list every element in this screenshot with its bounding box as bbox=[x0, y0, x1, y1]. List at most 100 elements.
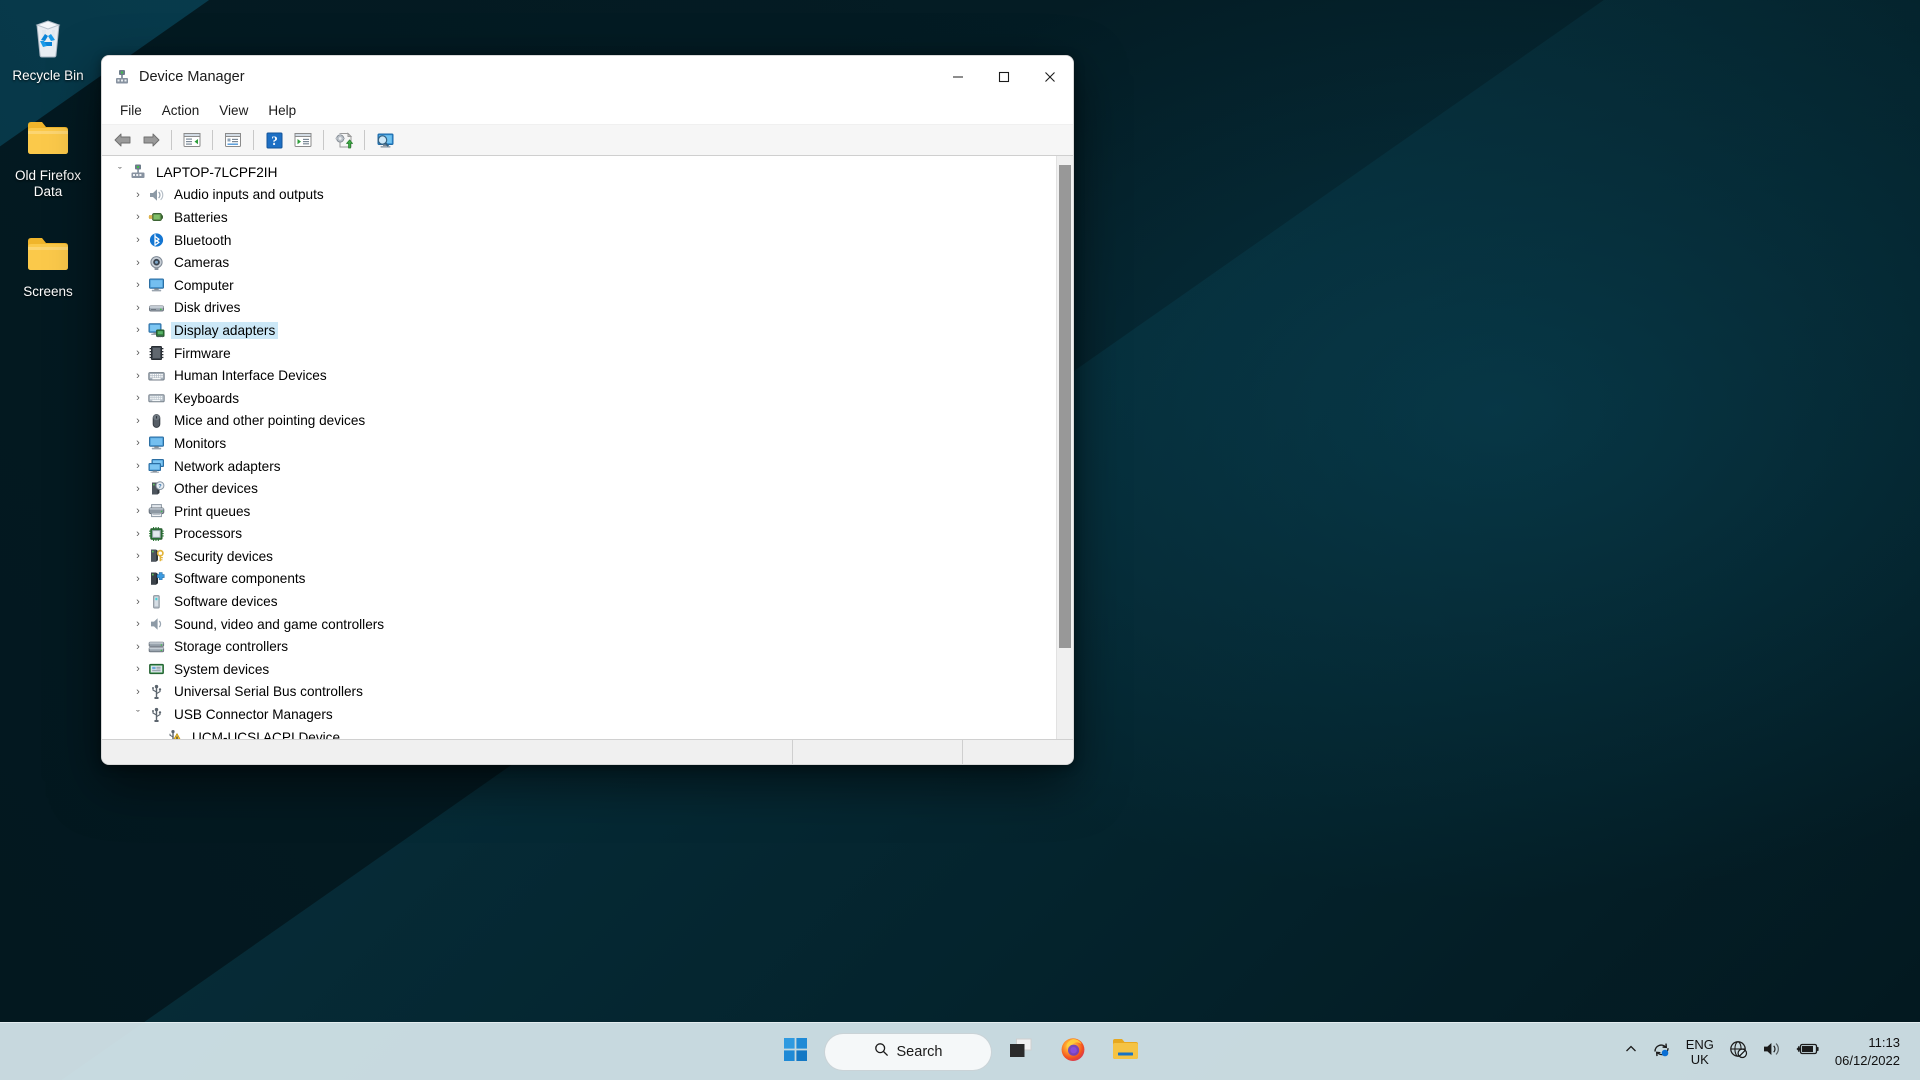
statusbar-message bbox=[102, 740, 793, 764]
menu-action[interactable]: Action bbox=[152, 99, 210, 122]
chevron-right-icon[interactable]: › bbox=[129, 483, 147, 495]
tree-item[interactable]: UCM-UCSI ACPI Device bbox=[102, 726, 1056, 739]
tree-item[interactable]: › Monitors bbox=[102, 432, 1056, 455]
chevron-right-icon[interactable]: › bbox=[129, 370, 147, 382]
network-disconnected-icon bbox=[1729, 1040, 1748, 1064]
taskbar-search-box[interactable]: Search bbox=[824, 1032, 992, 1071]
tree-item[interactable]: › Mice and other pointing devices bbox=[102, 410, 1056, 433]
desktop-icon-old-firefox-data[interactable]: Old Firefox Data bbox=[2, 108, 94, 208]
tree-item[interactable]: › Bluetooth bbox=[102, 229, 1056, 252]
chevron-right-icon[interactable]: › bbox=[129, 392, 147, 404]
show-hidden-devices-button[interactable] bbox=[178, 127, 206, 153]
tree-item[interactable]: › Security devices bbox=[102, 545, 1056, 568]
file-explorer-button[interactable] bbox=[1102, 1030, 1148, 1074]
chevron-right-icon[interactable]: › bbox=[129, 189, 147, 201]
chevron-right-icon[interactable]: › bbox=[129, 573, 147, 585]
menu-view[interactable]: View bbox=[209, 99, 258, 122]
chevron-right-icon[interactable]: › bbox=[129, 505, 147, 517]
unknown-device-icon: ? bbox=[147, 480, 165, 497]
close-button[interactable] bbox=[1027, 56, 1073, 97]
firefox-button[interactable] bbox=[1050, 1030, 1096, 1074]
tree-item[interactable]: ˇ LAPTOP-7LCPF2IH bbox=[102, 161, 1056, 184]
device-tree[interactable]: ˇ LAPTOP-7LCPF2IH › Audio inputs and output… bbox=[102, 156, 1056, 739]
processor-icon bbox=[147, 525, 165, 542]
tree-item[interactable]: › Firmware bbox=[102, 342, 1056, 365]
chevron-right-icon[interactable]: › bbox=[129, 686, 147, 698]
battery-button[interactable] bbox=[1789, 1031, 1827, 1073]
chevron-right-icon[interactable]: › bbox=[129, 618, 147, 630]
volume-button[interactable] bbox=[1755, 1031, 1789, 1073]
network-button[interactable] bbox=[1722, 1031, 1755, 1073]
tree-item[interactable]: › Human Interface Devices bbox=[102, 364, 1056, 387]
menubar: File Action View Help bbox=[102, 97, 1073, 125]
tree-item[interactable]: › Sound, video and game controllers bbox=[102, 613, 1056, 636]
tree-item[interactable]: › Batteries bbox=[102, 206, 1056, 229]
toolbar: ? bbox=[102, 125, 1073, 156]
tree-item[interactable]: › Network adapters bbox=[102, 455, 1056, 478]
tree-item[interactable]: › Universal Serial Bus controllers bbox=[102, 681, 1056, 704]
tree-item[interactable]: › Keyboards bbox=[102, 387, 1056, 410]
chevron-right-icon[interactable]: › bbox=[129, 528, 147, 540]
tree-item[interactable]: › Display adapters bbox=[102, 319, 1056, 342]
chevron-right-icon[interactable]: › bbox=[129, 302, 147, 314]
start-button[interactable] bbox=[772, 1030, 818, 1074]
camera-icon bbox=[147, 254, 165, 271]
tree-item[interactable]: ›? Other devices bbox=[102, 477, 1056, 500]
tree-item[interactable]: › Software components bbox=[102, 568, 1056, 591]
task-view-button[interactable] bbox=[998, 1030, 1044, 1074]
software-component-icon bbox=[147, 570, 165, 587]
sound-icon bbox=[147, 616, 165, 633]
chevron-right-icon[interactable]: › bbox=[129, 415, 147, 427]
chevron-right-icon[interactable]: › bbox=[129, 324, 147, 336]
chevron-down-icon[interactable]: ˇ bbox=[129, 709, 147, 721]
connect-to-remote-computer-button[interactable] bbox=[371, 127, 399, 153]
vertical-scrollbar[interactable] bbox=[1056, 156, 1073, 739]
language-indicator[interactable]: ENG UK bbox=[1678, 1031, 1722, 1073]
chevron-right-icon[interactable]: › bbox=[129, 460, 147, 472]
tree-item[interactable]: › Audio inputs and outputs bbox=[102, 184, 1056, 207]
bluetooth-icon bbox=[147, 232, 165, 249]
window-titlebar[interactable]: Device Manager bbox=[102, 56, 1073, 97]
help-button[interactable]: ? bbox=[260, 127, 288, 153]
tree-item[interactable]: › Disk drives bbox=[102, 297, 1056, 320]
chevron-right-icon[interactable]: › bbox=[129, 663, 147, 675]
back-button[interactable] bbox=[108, 127, 136, 153]
language-primary: ENG bbox=[1685, 1036, 1714, 1052]
show-hidden-icons-button[interactable] bbox=[1617, 1031, 1645, 1073]
maximize-button[interactable] bbox=[981, 56, 1027, 97]
chevron-right-icon[interactable]: › bbox=[129, 550, 147, 562]
tree-item[interactable]: › Processors bbox=[102, 523, 1056, 546]
scrollbar-thumb[interactable] bbox=[1059, 165, 1071, 648]
onedrive-sync-button[interactable] bbox=[1645, 1031, 1678, 1073]
chevron-down-icon[interactable]: ˇ bbox=[111, 166, 129, 178]
forward-button[interactable] bbox=[137, 127, 165, 153]
tree-item[interactable]: › Storage controllers bbox=[102, 635, 1056, 658]
chevron-right-icon[interactable]: › bbox=[129, 437, 147, 449]
tree-item[interactable]: › Software devices bbox=[102, 590, 1056, 613]
chevron-right-icon[interactable]: › bbox=[129, 347, 147, 359]
window-title: Device Manager bbox=[139, 68, 245, 85]
tree-item-label: Software components bbox=[174, 571, 306, 587]
desktop-icon-recycle-bin[interactable]: Recycle Bin bbox=[2, 8, 94, 92]
tree-item-label: Human Interface Devices bbox=[174, 368, 327, 384]
tree-item[interactable]: › Print queues bbox=[102, 500, 1056, 523]
update-driver-button[interactable] bbox=[330, 127, 358, 153]
chevron-right-icon[interactable]: › bbox=[129, 211, 147, 223]
device-tree-pane: ˇ LAPTOP-7LCPF2IH › Audio inputs and output… bbox=[102, 156, 1073, 739]
chevron-right-icon[interactable]: › bbox=[129, 596, 147, 608]
scan-for-hardware-changes-button[interactable] bbox=[289, 127, 317, 153]
chevron-right-icon[interactable]: › bbox=[129, 279, 147, 291]
chevron-right-icon[interactable]: › bbox=[129, 641, 147, 653]
tree-item[interactable]: › Computer bbox=[102, 274, 1056, 297]
chevron-right-icon[interactable]: › bbox=[129, 234, 147, 246]
menu-file[interactable]: File bbox=[110, 99, 152, 122]
clock-button[interactable]: 11:13 06/12/2022 bbox=[1827, 1031, 1910, 1073]
properties-button[interactable] bbox=[219, 127, 247, 153]
minimize-button[interactable] bbox=[935, 56, 981, 97]
desktop-icon-screens[interactable]: Screens bbox=[2, 224, 94, 308]
tree-item[interactable]: › Cameras bbox=[102, 251, 1056, 274]
tree-item[interactable]: › System devices bbox=[102, 658, 1056, 681]
chevron-right-icon[interactable]: › bbox=[129, 257, 147, 269]
tree-item[interactable]: ˇ USB Connector Managers bbox=[102, 703, 1056, 726]
menu-help[interactable]: Help bbox=[258, 99, 306, 122]
